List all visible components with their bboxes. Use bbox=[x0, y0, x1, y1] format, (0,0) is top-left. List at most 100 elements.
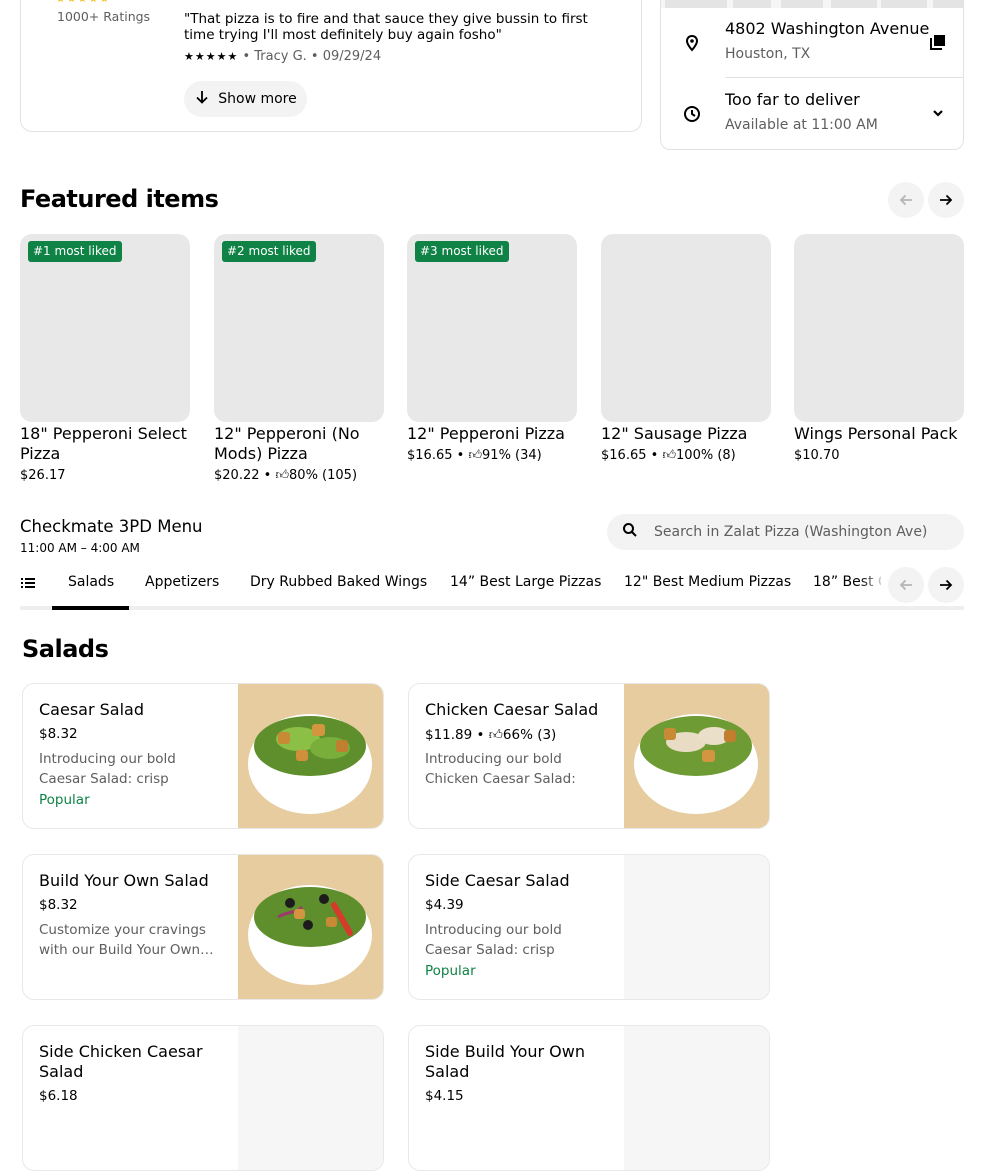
item-price: $8.32 bbox=[39, 897, 78, 913]
store-address: 4802 Washington Avenue bbox=[725, 19, 930, 38]
item-description: Introducing our bold Caesar Salad: crisp… bbox=[39, 751, 176, 787]
rating-stars: ★★★★★ bbox=[56, 0, 111, 5]
item-price: $8.32 bbox=[39, 726, 78, 742]
featured-item-name[interactable]: 18" Pepperoni Select Pizza bbox=[20, 424, 200, 464]
thumbs-up-icon: 👍︎ bbox=[488, 727, 503, 743]
item-description: Introducing our bold Chicken Caesar Sala… bbox=[425, 751, 576, 787]
item-image bbox=[238, 684, 383, 828]
item-price: $11.89 • bbox=[425, 727, 485, 743]
featured-prev-button[interactable] bbox=[888, 182, 924, 218]
clock-icon bbox=[682, 104, 702, 124]
featured-item-name[interactable]: 12" Pepperoni Pizza bbox=[407, 424, 587, 444]
ratings-count: 1000+ Ratings bbox=[57, 9, 151, 24]
featured-item-rating: 100% (8) bbox=[676, 448, 736, 463]
most-liked-badge: #2 most liked bbox=[222, 241, 316, 262]
menu-title: Checkmate 3PD Menu bbox=[20, 517, 203, 536]
item-description: Introducing our bold Caesar Salad: crisp… bbox=[425, 922, 562, 958]
featured-item-price: $26.17 bbox=[20, 468, 66, 483]
tab-salads[interactable]: Salads bbox=[68, 574, 114, 590]
tab-appetizers[interactable]: Appetizers bbox=[145, 574, 219, 590]
featured-item-image[interactable] bbox=[407, 234, 577, 422]
item-name: Side Chicken Caesar Salad bbox=[39, 1042, 203, 1081]
item-name: Chicken Caesar Salad bbox=[425, 700, 599, 719]
arrow-right-icon bbox=[940, 194, 953, 206]
section-title-salads: Salads bbox=[22, 635, 109, 663]
featured-next-button[interactable] bbox=[928, 182, 964, 218]
review-stars-icon: ★★★★★ bbox=[184, 50, 239, 63]
tab-active-indicator bbox=[52, 606, 129, 610]
menu-item-card[interactable]: Chicken Caesar Salad $11.89 • 👍︎66% (3) … bbox=[408, 683, 770, 829]
featured-item-price: $16.65 • bbox=[407, 448, 465, 463]
item-image-placeholder bbox=[624, 1026, 769, 1170]
featured-item-name[interactable]: 12" Pepperoni (No Mods) Pizza bbox=[214, 424, 394, 464]
arrow-down-icon bbox=[194, 89, 210, 109]
menu-item-card[interactable]: Build Your Own Salad $8.32 Customize you… bbox=[22, 854, 384, 1000]
featured-item-image[interactable] bbox=[214, 234, 384, 422]
featured-item-image[interactable] bbox=[601, 234, 771, 422]
menu-item-card[interactable]: Side Build Your Own Salad $4.15 bbox=[408, 1025, 770, 1171]
featured-item-image[interactable] bbox=[20, 234, 190, 422]
item-name: Build Your Own Salad bbox=[39, 871, 209, 890]
item-image-placeholder bbox=[238, 1026, 383, 1170]
item-image bbox=[624, 684, 769, 828]
review-quote: "That pizza is to fire and that sauce th… bbox=[184, 11, 588, 43]
tabs-next-button[interactable] bbox=[928, 567, 964, 603]
copy-icon[interactable] bbox=[928, 32, 948, 52]
tabs-underline bbox=[20, 606, 964, 610]
review-author: • Tracy G. • 09/29/24 bbox=[242, 49, 382, 64]
featured-item-rating: 91% (34) bbox=[482, 448, 542, 463]
arrow-left-icon bbox=[899, 194, 912, 206]
item-price: $6.18 bbox=[39, 1088, 78, 1104]
tab-best-medium-pizzas[interactable]: 12" Best Medium Pizzas bbox=[624, 574, 791, 590]
info-divider bbox=[725, 77, 963, 78]
item-description: Customize your cravings with our Build Y… bbox=[39, 922, 214, 958]
featured-item-rating: 80% (105) bbox=[289, 468, 358, 483]
popular-tag: Popular bbox=[39, 792, 90, 808]
item-price: $4.39 bbox=[425, 897, 464, 913]
show-more-button[interactable]: Show more bbox=[184, 81, 307, 117]
search-icon bbox=[622, 522, 638, 542]
menu-item-card[interactable]: Side Chicken Caesar Salad $6.18 bbox=[22, 1025, 384, 1171]
delivery-status: Too far to deliver bbox=[725, 90, 860, 109]
menu-search[interactable] bbox=[607, 514, 964, 550]
item-name: Side Build Your Own Salad bbox=[425, 1042, 585, 1081]
featured-item-name[interactable]: Wings Personal Pack bbox=[794, 424, 974, 444]
tabs-prev-button[interactable] bbox=[888, 567, 924, 603]
item-image-placeholder bbox=[624, 855, 769, 999]
map-preview[interactable] bbox=[661, 0, 963, 8]
thumbs-up-icon: 👍︎ bbox=[662, 448, 677, 463]
review-meta: ★★★★★ • Tracy G. • 09/29/24 bbox=[184, 49, 381, 64]
tab-dry-rubbed-baked-wings[interactable]: Dry Rubbed Baked Wings bbox=[250, 574, 427, 590]
item-name: Caesar Salad bbox=[39, 700, 144, 719]
chevron-down-icon[interactable] bbox=[928, 103, 948, 123]
thumbs-up-icon: 👍︎ bbox=[275, 468, 290, 483]
popular-tag: Popular bbox=[425, 963, 476, 979]
featured-item-image[interactable] bbox=[794, 234, 964, 422]
featured-item-price: $16.65 • bbox=[601, 448, 659, 463]
featured-item-price: $10.70 bbox=[794, 448, 840, 463]
featured-item-name[interactable]: 12" Sausage Pizza bbox=[601, 424, 781, 444]
menu-item-card[interactable]: Caesar Salad $8.32 Introducing our bold … bbox=[22, 683, 384, 829]
most-liked-badge: #1 most liked bbox=[28, 241, 122, 262]
arrow-right-icon bbox=[940, 579, 953, 591]
tab-best-large-pizzas[interactable]: 14” Best Large Pizzas bbox=[450, 574, 601, 590]
menu-list-icon[interactable] bbox=[20, 575, 36, 595]
location-pin-icon bbox=[682, 33, 702, 53]
menu-item-card[interactable]: Side Caesar Salad $4.39 Introducing our … bbox=[408, 854, 770, 1000]
featured-item-price: $20.22 • bbox=[214, 468, 272, 483]
show-more-label: Show more bbox=[218, 91, 297, 107]
item-price: $4.15 bbox=[425, 1088, 464, 1104]
menu-hours: 11:00 AM – 4:00 AM bbox=[20, 541, 140, 555]
item-image bbox=[238, 855, 383, 999]
store-city: Houston, TX bbox=[725, 46, 811, 62]
featured-item-price-rating: $20.22 • 👍︎80% (105) bbox=[214, 468, 357, 483]
thumbs-up-icon: 👍︎ bbox=[468, 448, 483, 463]
search-input[interactable] bbox=[652, 523, 946, 541]
featured-item-price-rating: $16.65 • 👍︎100% (8) bbox=[601, 448, 736, 463]
featured-items-title: Featured items bbox=[20, 185, 219, 213]
item-name: Side Caesar Salad bbox=[425, 871, 570, 890]
item-rating: 66% (3) bbox=[502, 727, 557, 743]
most-liked-badge: #3 most liked bbox=[415, 241, 509, 262]
item-price-rating: $11.89 • 👍︎66% (3) bbox=[425, 726, 556, 743]
availability-time: Available at 11:00 AM bbox=[725, 117, 878, 133]
